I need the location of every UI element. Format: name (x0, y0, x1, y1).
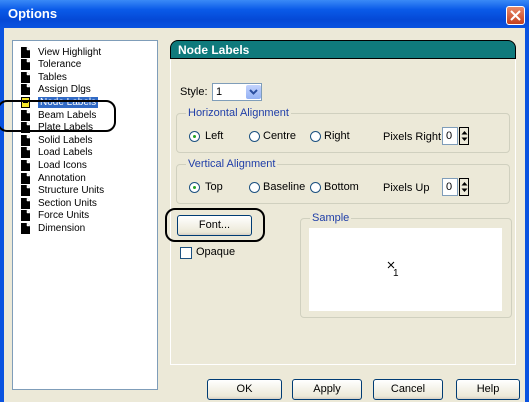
radio-v-baseline-label: Baseline (263, 181, 306, 193)
tree-item[interactable]: Assign Dlgs (21, 84, 91, 96)
tree-item[interactable]: Annotation (21, 172, 86, 184)
radio-circle[interactable] (310, 131, 321, 142)
pixels-right-input[interactable]: 0 (442, 127, 458, 145)
pixels-right-value: 0 (446, 130, 453, 142)
tree-item[interactable]: Structure Units (21, 185, 104, 197)
radio-h-centre-label: Centre (263, 130, 297, 142)
page-icon (21, 197, 30, 209)
style-label: Style: (180, 86, 208, 98)
page-icon (21, 147, 30, 159)
apply-button[interactable]: Apply (292, 379, 362, 400)
spinner-arrows-icon (461, 182, 468, 192)
radio-v-bottom-label: Bottom (324, 181, 359, 193)
page-icon (21, 71, 30, 83)
panel-header: Node Labels (170, 40, 516, 59)
page-icon (21, 159, 30, 171)
tree-item-label: Assign Dlgs (38, 84, 91, 96)
tree-item[interactable]: Tables (21, 71, 67, 83)
tree-item-label: Tolerance (38, 59, 82, 71)
radio-v-bottom[interactable]: Bottom (310, 181, 360, 195)
selection-highlight-oval (0, 100, 116, 132)
tree-item[interactable]: View Highlight (21, 46, 101, 58)
radio-circle[interactable] (189, 131, 200, 142)
dropdown-button[interactable] (246, 85, 261, 99)
page-icon (21, 222, 30, 234)
radio-h-right-label: Right (324, 130, 350, 142)
tree-item-label: Tables (38, 71, 67, 83)
tree-item-label: View Highlight (38, 46, 102, 58)
pixels-right-spinner[interactable] (459, 127, 469, 145)
tree-item-label: Load Labels (38, 147, 93, 159)
radio-h-right[interactable]: Right (310, 130, 360, 144)
tree-item[interactable]: Dimension (21, 222, 85, 234)
panel-title: Node Labels (178, 43, 250, 57)
tree-item-label: Structure Units (38, 185, 105, 197)
pixels-right-label: Pixels Right (383, 131, 442, 143)
pixels-up-label: Pixels Up (383, 182, 430, 194)
radio-circle[interactable] (249, 182, 260, 193)
sample-label: 1 (393, 268, 399, 279)
window-title: Options (8, 6, 58, 21)
radio-h-centre[interactable]: Centre (249, 130, 309, 144)
sample-legend: Sample (310, 212, 352, 224)
chevron-down-icon (249, 89, 258, 95)
radio-v-baseline[interactable]: Baseline (249, 181, 309, 195)
style-select[interactable]: 1 (212, 83, 262, 101)
category-tree[interactable]: View Highlight Tolerance Tables Assign Dlgs… (12, 40, 158, 390)
tree-item[interactable]: Load Labels (21, 147, 93, 159)
tree-item-label: Force Units (38, 210, 90, 222)
help-button[interactable]: Help (456, 379, 520, 400)
opaque-checkbox[interactable] (180, 247, 192, 259)
radio-circle[interactable] (249, 131, 260, 142)
close-button[interactable] (506, 6, 525, 25)
vertical-alignment-legend: Vertical Alignment (186, 158, 278, 170)
tree-item-label: Load Icons (38, 159, 87, 171)
radio-circle[interactable] (189, 182, 200, 193)
style-value: 1 (216, 86, 223, 98)
page-icon (21, 46, 30, 58)
font-button[interactable]: Font... (177, 215, 252, 236)
radio-v-top-label: Top (205, 181, 223, 193)
title-bar (0, 0, 529, 28)
spinner-arrows-icon (461, 131, 468, 141)
opaque-checkbox-row[interactable]: Opaque (180, 246, 250, 260)
tree-item-label: Section Units (38, 197, 97, 209)
page-icon (21, 210, 30, 222)
tree-item[interactable]: Section Units (21, 197, 97, 209)
tree-item-label: Annotation (38, 172, 86, 184)
page-icon (21, 185, 30, 197)
cancel-button[interactable]: Cancel (373, 379, 443, 400)
window-frame-left (0, 28, 4, 402)
page-icon (21, 134, 30, 146)
opaque-label: Opaque (196, 246, 236, 258)
sample-preview: 1 (309, 228, 502, 311)
tree-item-label: Dimension (38, 222, 86, 234)
page-icon (21, 172, 30, 184)
ok-button[interactable]: OK (207, 379, 282, 400)
tree-item[interactable]: Force Units (21, 210, 89, 222)
pixels-up-input[interactable]: 0 (442, 178, 458, 196)
tree-item[interactable]: Tolerance (21, 59, 81, 71)
radio-h-left-label: Left (205, 130, 224, 142)
radio-h-left[interactable]: Left (189, 130, 249, 144)
pixels-up-spinner[interactable] (459, 178, 469, 196)
window-frame-right (525, 28, 529, 402)
tree-item[interactable]: Solid Labels (21, 134, 92, 146)
page-icon (21, 59, 30, 71)
radio-circle[interactable] (310, 182, 321, 193)
page-icon (21, 84, 30, 96)
horizontal-alignment-legend: Horizontal Alignment (186, 107, 291, 119)
radio-v-top[interactable]: Top (189, 181, 249, 195)
tree-item-label: Solid Labels (38, 134, 93, 146)
tree-item[interactable]: Load Icons (21, 159, 87, 171)
pixels-up-value: 0 (446, 181, 453, 193)
close-icon (510, 10, 521, 21)
